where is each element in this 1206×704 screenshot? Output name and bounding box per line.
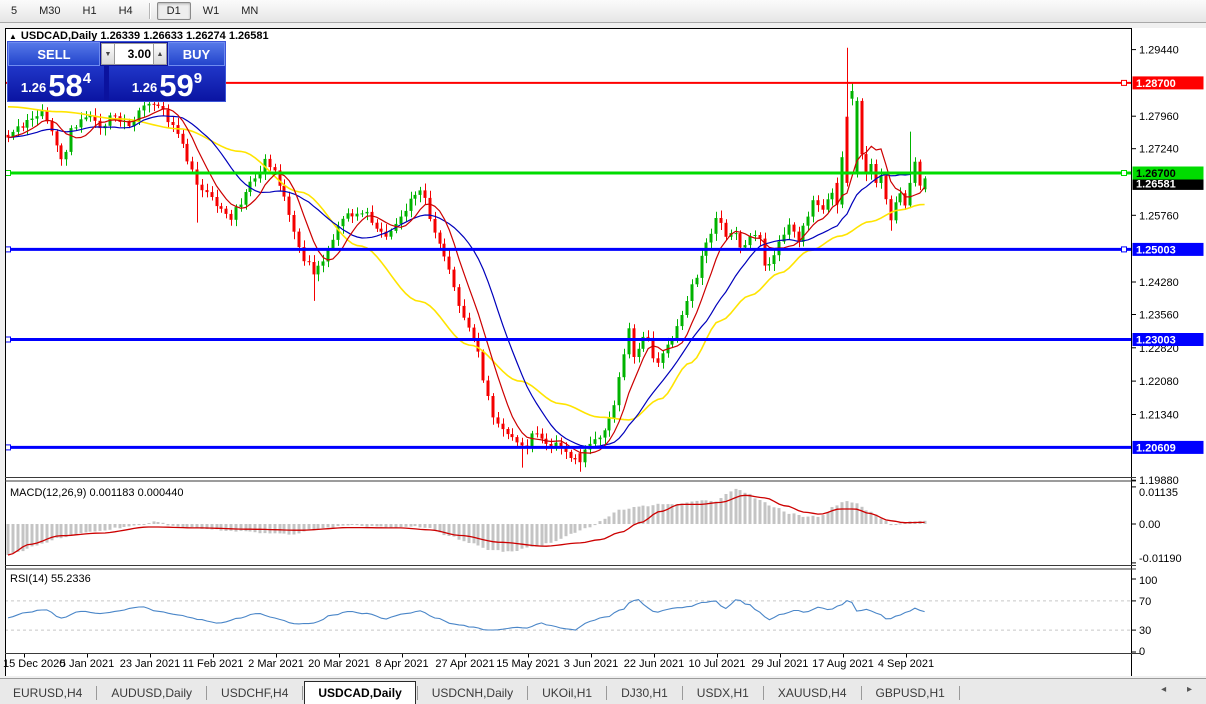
timeframe-button-mn[interactable]: MN xyxy=(231,2,268,20)
svg-text:1.25760: 1.25760 xyxy=(1139,210,1179,222)
svg-text:1.26581: 1.26581 xyxy=(1136,178,1176,190)
volume-input[interactable] xyxy=(115,43,153,65)
svg-text:0: 0 xyxy=(1139,646,1145,658)
timeframe-button-h1[interactable]: H1 xyxy=(73,2,107,20)
tab-separator xyxy=(96,686,98,700)
svg-text:3 Jun 2021: 3 Jun 2021 xyxy=(564,658,618,670)
tab-separator xyxy=(206,686,208,700)
svg-text:1.22080: 1.22080 xyxy=(1139,376,1179,388)
tab-separator xyxy=(681,686,683,700)
svg-text:1.19880: 1.19880 xyxy=(1139,475,1179,487)
svg-text:1.20609: 1.20609 xyxy=(1136,442,1176,454)
sell-price-display[interactable]: 1.26 58 4 xyxy=(8,66,104,101)
tab-scroll-arrows: ◂ ▸ xyxy=(1143,684,1192,695)
tab-separator xyxy=(527,686,529,700)
svg-text:1.25003: 1.25003 xyxy=(1136,244,1176,256)
mt4-window: 5 M30 H1 H4 D1 W1 MN 1.29440 1.27960 1.27240 1.25… xyxy=(0,0,1206,704)
svg-text:11 Feb 2021: 11 Feb 2021 xyxy=(183,658,244,670)
sell-price-big: 58 xyxy=(48,67,83,103)
tab-separator xyxy=(958,686,960,700)
svg-text:0.01135: 0.01135 xyxy=(1139,487,1178,499)
chart-tabs: EURUSD,H4 AUDUSD,Daily USDCHF,H4 USDCAD,Dai… xyxy=(0,678,1206,704)
sell-button[interactable]: SELL xyxy=(8,42,100,66)
svg-text:1.29440: 1.29440 xyxy=(1139,45,1179,57)
volume-decrease-button[interactable]: ▼ xyxy=(101,43,115,65)
tab-separator xyxy=(762,686,764,700)
timeframe-button-d1[interactable]: D1 xyxy=(156,2,191,20)
svg-text:-0.01190: -0.01190 xyxy=(1139,553,1182,565)
timeframe-button-5[interactable]: 5 xyxy=(1,2,27,20)
sell-price-pip: 4 xyxy=(82,70,92,87)
svg-text:100: 100 xyxy=(1139,575,1157,587)
svg-text:27 Apr 2021: 27 Apr 2021 xyxy=(435,658,494,670)
svg-text:10 Jul 2021: 10 Jul 2021 xyxy=(689,658,746,670)
tab-usdcad-daily[interactable]: USDCAD,Daily xyxy=(304,681,416,704)
svg-text:17 Aug 2021: 17 Aug 2021 xyxy=(812,658,874,670)
expand-arrow-icon[interactable]: ▲ xyxy=(9,32,17,41)
svg-text:1.23003: 1.23003 xyxy=(1136,335,1176,347)
tab-scroll-right-icon[interactable]: ▸ xyxy=(1187,684,1192,695)
buy-price-display[interactable]: 1.26 59 9 xyxy=(109,66,225,101)
volume-stepper: ▼ ▲ xyxy=(100,42,168,66)
rsi-indicator-label: RSI(14) 55.2336 xyxy=(10,573,91,585)
svg-text:5 Jan 2021: 5 Jan 2021 xyxy=(60,658,114,670)
sell-price-prefix: 1.26 xyxy=(20,80,47,95)
buy-price-prefix: 1.26 xyxy=(131,80,158,95)
svg-text:30: 30 xyxy=(1139,625,1151,637)
buy-price-big: 59 xyxy=(159,67,194,103)
timeframe-button-m30[interactable]: M30 xyxy=(29,2,70,20)
tab-usdcnh-daily[interactable]: USDCNH,Daily xyxy=(419,682,526,704)
timeframe-toolbar: 5 M30 H1 H4 D1 W1 MN xyxy=(0,0,1206,23)
svg-text:29 Jul 2021: 29 Jul 2021 xyxy=(752,658,809,670)
tab-separator xyxy=(860,686,862,700)
svg-text:0.00: 0.00 xyxy=(1139,519,1160,531)
volume-increase-button[interactable]: ▲ xyxy=(153,43,167,65)
svg-text:8 Apr 2021: 8 Apr 2021 xyxy=(375,658,428,670)
svg-text:23 Jan 2021: 23 Jan 2021 xyxy=(120,658,181,670)
tab-usdchf-h4[interactable]: USDCHF,H4 xyxy=(208,682,301,704)
tab-dj30-h1[interactable]: DJ30,H1 xyxy=(608,682,681,704)
svg-text:1.28700: 1.28700 xyxy=(1136,78,1176,90)
tab-separator xyxy=(416,686,418,700)
tab-eurusd-h4[interactable]: EURUSD,H4 xyxy=(0,682,95,704)
svg-text:1.27960: 1.27960 xyxy=(1139,111,1179,123)
buy-price-pip: 9 xyxy=(193,70,203,87)
svg-text:22 Jun 2021: 22 Jun 2021 xyxy=(624,658,685,670)
tab-ukoil-h1[interactable]: UKOil,H1 xyxy=(529,682,605,704)
buy-button[interactable]: BUY xyxy=(168,42,225,66)
svg-text:15 Dec 2020: 15 Dec 2020 xyxy=(3,658,65,670)
macd-indicator-label: MACD(12,26,9) 0.001183 0.000440 xyxy=(10,487,184,499)
tab-scroll-left-icon[interactable]: ◂ xyxy=(1161,684,1166,695)
tab-separator xyxy=(302,686,304,700)
price-chart-canvas[interactable]: 1.29440 1.27960 1.27240 1.25760 1.24280 1.235… xyxy=(0,28,1206,676)
svg-text:15 May 2021: 15 May 2021 xyxy=(496,658,560,670)
svg-text:1.23560: 1.23560 xyxy=(1139,309,1179,321)
svg-text:2 Mar 2021: 2 Mar 2021 xyxy=(248,658,304,670)
svg-text:20 Mar 2021: 20 Mar 2021 xyxy=(308,658,370,670)
svg-text:1.21340: 1.21340 xyxy=(1139,409,1179,421)
tab-gbpusd-h1[interactable]: GBPUSD,H1 xyxy=(863,682,958,704)
tab-xauusd-h4[interactable]: XAUUSD,H4 xyxy=(765,682,860,704)
tab-audusd-daily[interactable]: AUDUSD,Daily xyxy=(98,682,205,704)
svg-text:1.24280: 1.24280 xyxy=(1139,277,1179,289)
toolbar-divider xyxy=(148,3,151,19)
timeframe-button-h4[interactable]: H4 xyxy=(109,2,143,20)
svg-text:70: 70 xyxy=(1139,596,1151,608)
svg-text:4 Sep 2021: 4 Sep 2021 xyxy=(878,658,934,670)
one-click-trading-panel: SELL ▼ ▲ BUY 1.26 58 4 1.26 59 9 xyxy=(7,41,226,102)
tab-separator xyxy=(606,686,608,700)
tab-usdx-h1[interactable]: USDX,H1 xyxy=(684,682,762,704)
svg-text:1.26700: 1.26700 xyxy=(1136,168,1176,180)
svg-text:1.27240: 1.27240 xyxy=(1139,144,1179,156)
timeframe-button-w1[interactable]: W1 xyxy=(193,2,230,20)
